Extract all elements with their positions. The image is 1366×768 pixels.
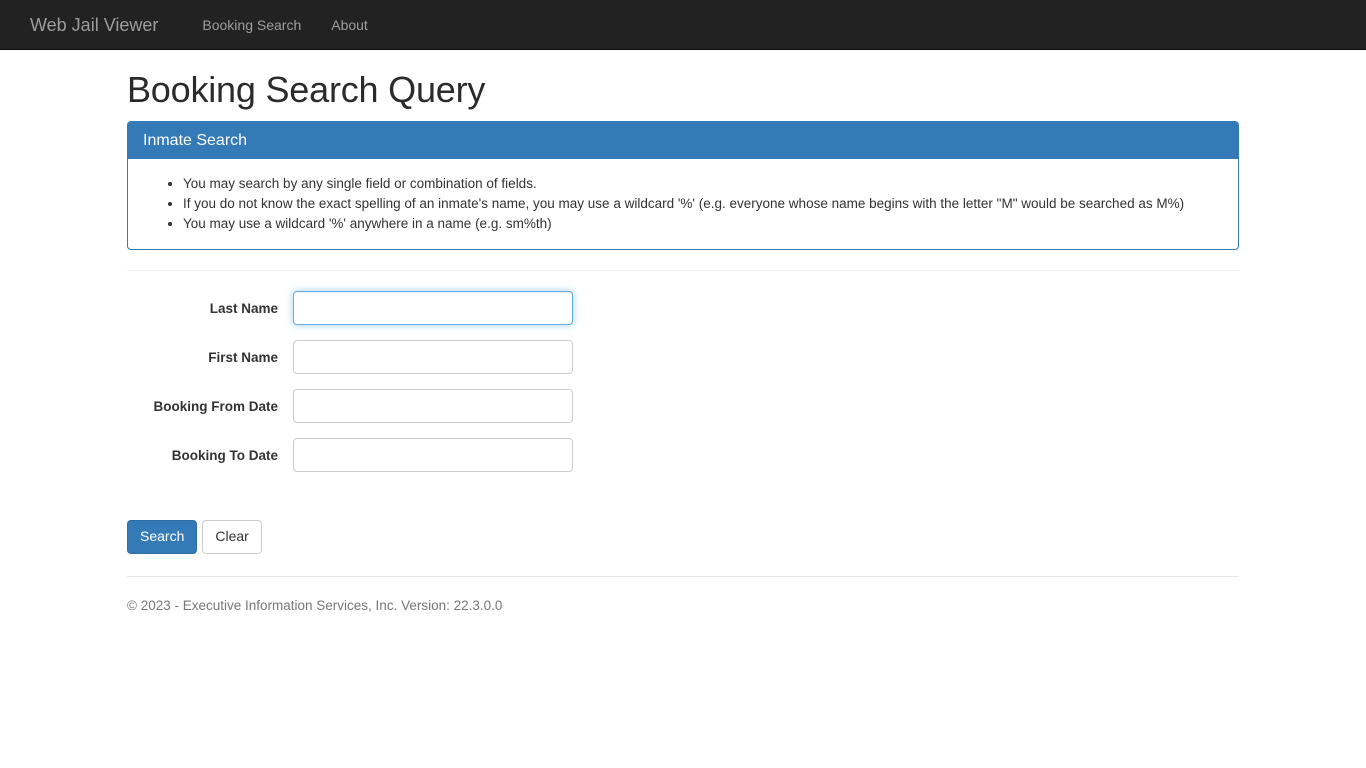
navbar-brand[interactable]: Web Jail Viewer [15, 0, 173, 50]
search-form: Last Name First Name Booking From Date B… [127, 271, 1239, 555]
inmate-search-panel: Inmate Search You may search by any sing… [127, 120, 1239, 251]
list-item: You may use a wildcard '%' anywhere in a… [183, 214, 1223, 234]
booking-from-date-label: Booking From Date [153, 398, 278, 414]
top-navbar: Web Jail Viewer Booking Search About [0, 0, 1366, 50]
panel-title: Inmate Search [143, 131, 248, 149]
form-row-booking-from-date: Booking From Date [127, 389, 1239, 424]
booking-from-date-input[interactable] [293, 389, 573, 424]
search-help-list: You may search by any single field or co… [143, 174, 1223, 234]
search-button[interactable]: Search [127, 520, 198, 555]
form-row-last-name: Last Name [127, 291, 1239, 326]
nav-link-about[interactable]: About [316, 0, 383, 50]
first-name-input[interactable] [293, 340, 573, 375]
footer: © 2023 - Executive Information Services,… [127, 577, 1239, 616]
booking-to-date-label: Booking To Date [171, 447, 278, 463]
booking-to-date-input[interactable] [293, 438, 573, 473]
last-name-input[interactable] [293, 291, 573, 326]
list-item: If you do not know the exact spelling of… [183, 194, 1223, 214]
panel-heading: Inmate Search [128, 121, 1238, 160]
form-row-booking-to-date: Booking To Date [127, 438, 1239, 473]
nav-link-booking-search[interactable]: Booking Search [187, 0, 316, 50]
form-actions: Search Clear [127, 520, 1239, 555]
form-row-first-name: First Name [127, 340, 1239, 375]
page-title: Booking Search Query [127, 69, 486, 110]
footer-copyright: © 2023 - Executive Information Services,… [127, 598, 503, 614]
last-name-label: Last Name [209, 300, 278, 316]
navbar-links: Booking Search About [187, 0, 382, 50]
clear-button[interactable]: Clear [202, 520, 262, 555]
first-name-label: First Name [208, 349, 278, 365]
main-container: Booking Search Query Inmate Search You m… [112, 70, 1254, 616]
list-item: You may search by any single field or co… [183, 174, 1223, 194]
panel-body: You may search by any single field or co… [128, 159, 1238, 249]
